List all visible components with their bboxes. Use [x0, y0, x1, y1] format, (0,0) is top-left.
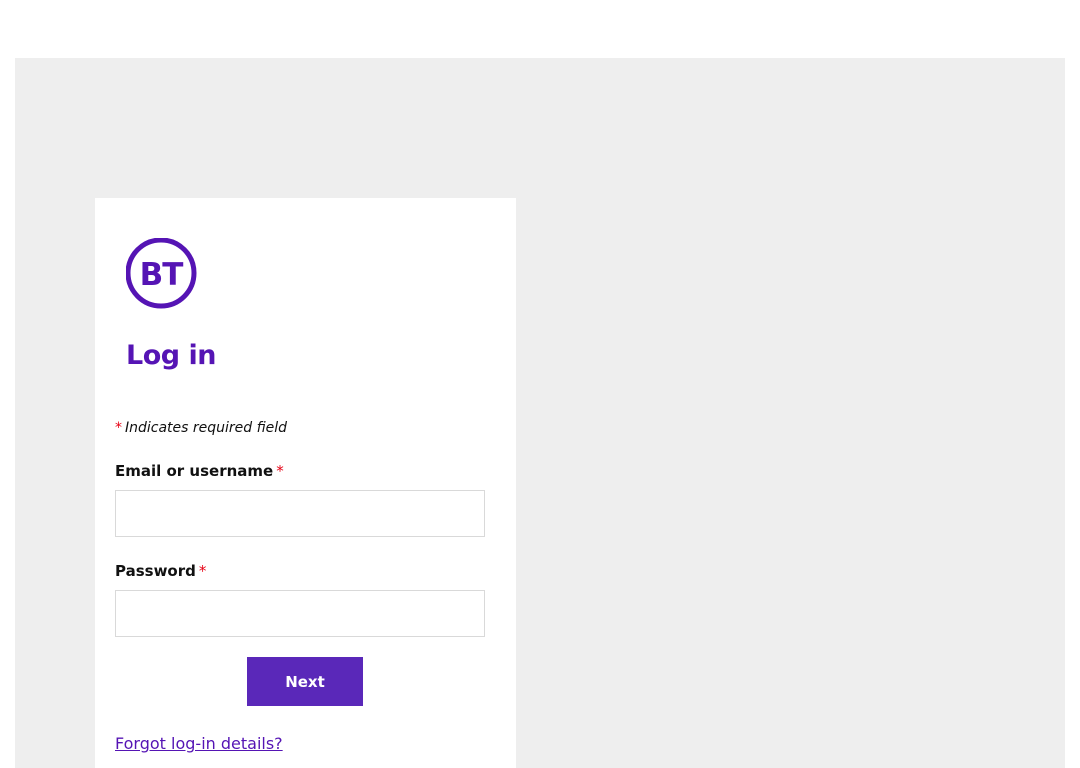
forgot-login-link[interactable]: Forgot log-in details? [115, 734, 283, 754]
required-star: * [115, 420, 122, 436]
required-field-note: * Indicates required field [115, 419, 287, 437]
email-label-text: Email or username [115, 462, 274, 480]
password-label: Password * [115, 561, 206, 581]
required-note-text: Indicates required field [125, 420, 288, 436]
logo-text: BT [140, 257, 184, 293]
email-label: Email or username * [115, 461, 284, 481]
bt-logo: BT [126, 238, 198, 310]
email-required-star: * [276, 462, 284, 480]
password-input[interactable] [115, 590, 485, 637]
page-title: Log in [126, 340, 216, 371]
password-label-text: Password [115, 562, 196, 580]
email-username-input[interactable] [115, 490, 485, 537]
password-required-star: * [198, 562, 207, 580]
next-button[interactable]: Next [247, 657, 363, 706]
